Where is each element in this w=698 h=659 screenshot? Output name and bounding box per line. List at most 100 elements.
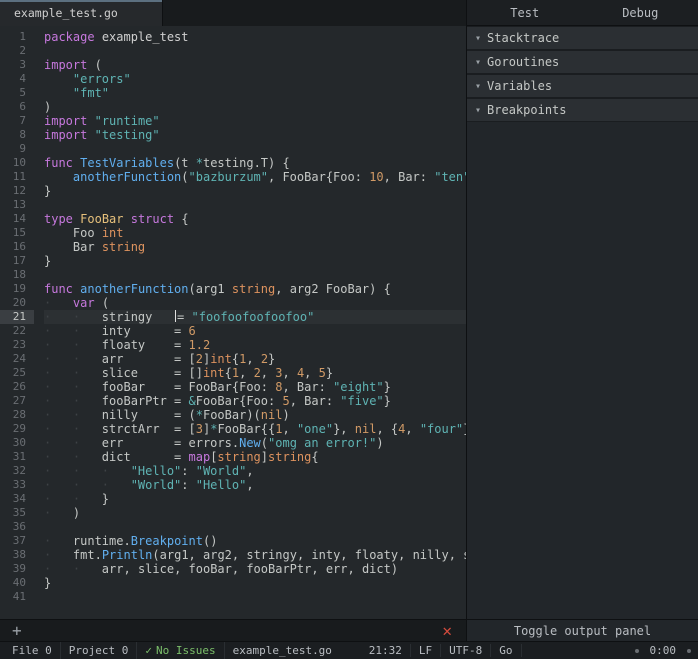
code-line[interactable] [44,142,466,156]
code-line[interactable]: · fmt.Println(arg1, arg2, stringy, inty,… [44,548,466,562]
line-number: 18 [6,268,26,282]
code-line[interactable]: func TestVariables(t *testing.T) { [44,156,466,170]
code-line[interactable]: · runtime.Breakpoint() [44,534,466,548]
toggle-output-button[interactable]: Toggle output panel [467,619,698,641]
app-root: example_test.go 123456789101112131415161… [0,0,698,659]
code-line[interactable] [44,198,466,212]
tab-debug[interactable]: Debug [583,0,698,25]
code-line[interactable]: · · inty = 6 [44,324,466,338]
editor-tab-label: example_test.go [14,6,118,20]
section-breakpoints[interactable]: ▾ Breakpoints [467,98,698,122]
line-number: 5 [6,86,26,100]
line-number: 26 [6,380,26,394]
code-line[interactable]: · · err = errors.New("omg an error!") [44,436,466,450]
status-project-errors[interactable]: Project 0 [61,642,138,659]
code-line[interactable]: } [44,254,466,268]
section-label: Stacktrace [487,31,559,45]
status-project-label: Project [69,644,115,657]
line-number: 13 [6,198,26,212]
line-number: 40 [6,576,26,590]
close-tab-button[interactable]: ✕ [434,621,460,640]
line-number: 10 [6,156,26,170]
line-number: 16 [6,240,26,254]
code-line[interactable]: Foo int [44,226,466,240]
status-eol[interactable]: LF [411,644,441,657]
add-tab-button[interactable]: + [6,623,28,639]
code-area[interactable]: package example_testimport ( "errors" "f… [34,26,466,619]
line-number: 6 [6,100,26,114]
code-line[interactable]: · · } [44,492,466,506]
code-line[interactable]: anotherFunction("bazburzum", FooBar{Foo:… [44,170,466,184]
code-editor[interactable]: 1234567891011121314151617181920212223242… [0,26,466,619]
code-line[interactable]: ) [44,100,466,114]
status-file-errors[interactable]: File 0 [4,642,61,659]
section-stacktrace[interactable]: ▾ Stacktrace [467,26,698,50]
line-number: 28 [6,408,26,422]
code-line[interactable]: · ) [44,506,466,520]
line-number: 36 [6,520,26,534]
code-line[interactable]: · · · "Hello": "World", [44,464,466,478]
code-line[interactable]: · · nilly = (*FooBar)(nil) [44,408,466,422]
text-cursor [175,310,176,322]
status-clock: 0:00 [642,644,685,657]
code-line[interactable] [44,590,466,604]
line-number: 27 [6,394,26,408]
code-line[interactable]: · var ( [44,296,466,310]
line-number: 39 [6,562,26,576]
code-line[interactable]: } [44,576,466,590]
status-issues[interactable]: ✓ No Issues [137,642,224,659]
editor-tab-active[interactable]: example_test.go [0,0,163,26]
code-line[interactable]: } [44,184,466,198]
line-number: 31 [6,450,26,464]
code-line[interactable]: · · fooBar = FooBar{Foo: 8, Bar: "eight"… [44,380,466,394]
code-line[interactable]: · · strctArr = [3]*FooBar{{1, "one"}, ni… [44,422,466,436]
status-file-label: File [12,644,39,657]
line-number: 21 [0,310,34,324]
line-number: 11 [6,170,26,184]
code-line[interactable]: · · arr = [2]int{1, 2} [44,352,466,366]
code-line[interactable] [44,520,466,534]
line-number: 17 [6,254,26,268]
status-bar: File 0 Project 0 ✓ No Issues example_tes… [0,641,698,659]
code-line[interactable]: · · slice = []int{1, 2, 3, 4, 5} [44,366,466,380]
code-line[interactable] [44,268,466,282]
line-number: 23 [6,338,26,352]
code-line[interactable] [44,44,466,58]
status-project-count: 0 [122,644,129,657]
section-label: Variables [487,79,552,93]
line-number: 34 [6,492,26,506]
code-line[interactable]: Bar string [44,240,466,254]
code-line[interactable]: import "testing" [44,128,466,142]
code-line[interactable]: func anotherFunction(arg1 string, arg2 F… [44,282,466,296]
section-goroutines[interactable]: ▾ Goroutines [467,50,698,74]
line-number: 12 [6,184,26,198]
tab-test[interactable]: Test [467,0,583,25]
status-filename[interactable]: example_test.go [225,642,340,659]
code-line[interactable]: type FooBar struct { [44,212,466,226]
status-issues-label: No Issues [156,644,216,657]
code-line[interactable]: · · arr, slice, fooBar, fooBarPtr, err, … [44,562,466,576]
indicator-dot [635,649,639,653]
code-line[interactable]: · · · "World": "Hello", [44,478,466,492]
line-number: 14 [6,212,26,226]
code-line[interactable]: "errors" [44,72,466,86]
line-number: 1 [6,30,26,44]
code-line[interactable]: · · fooBarPtr = &FooBar{Foo: 5, Bar: "fi… [44,394,466,408]
line-number: 9 [6,142,26,156]
section-variables[interactable]: ▾ Variables [467,74,698,98]
status-encoding[interactable]: UTF-8 [441,644,491,657]
code-line[interactable]: import ( [44,58,466,72]
line-number: 38 [6,548,26,562]
code-line[interactable]: "fmt" [44,86,466,100]
line-number: 37 [6,534,26,548]
code-line[interactable]: · · dict = map[string]string{ [44,450,466,464]
debug-panel-tabs: Test Debug [467,0,698,26]
line-number: 20 [6,296,26,310]
status-cursor-pos[interactable]: 21:32 [361,644,411,657]
code-line[interactable]: import "runtime" [44,114,466,128]
code-line[interactable]: · · stringy = "foofoofoofoofoo" [44,310,466,324]
status-language[interactable]: Go [491,644,521,657]
code-line[interactable]: · · floaty = 1.2 [44,338,466,352]
line-number: 24 [6,352,26,366]
code-line[interactable]: package example_test [44,30,466,44]
